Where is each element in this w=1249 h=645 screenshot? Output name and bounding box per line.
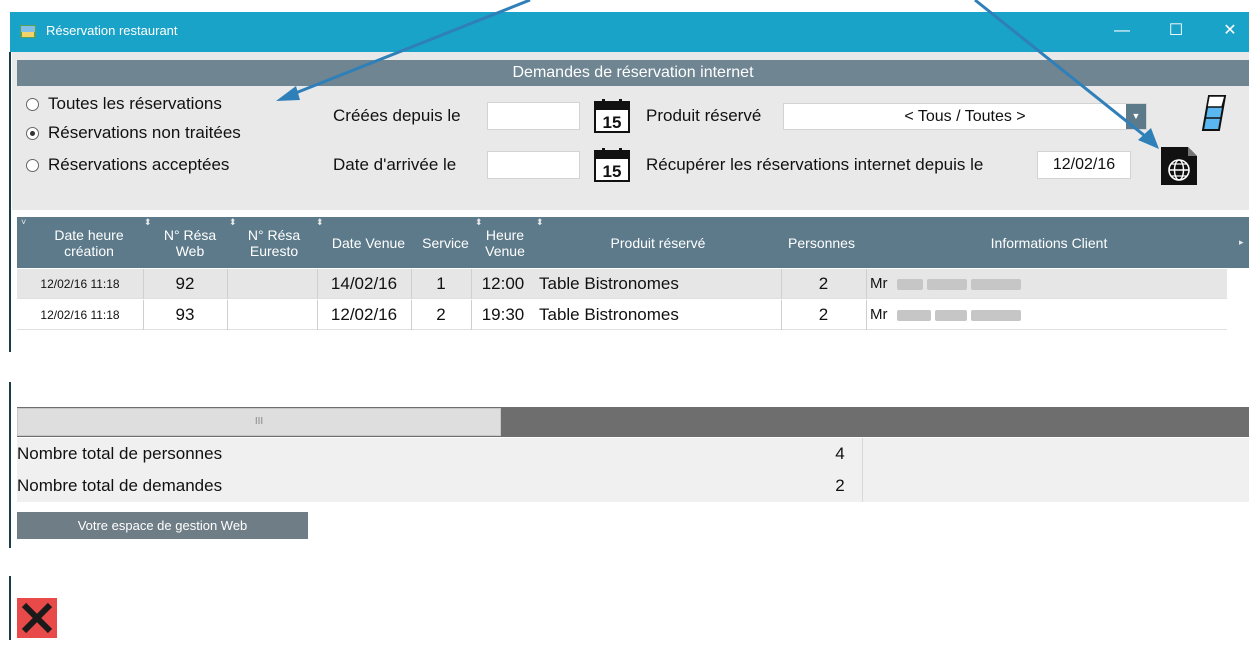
scrollbar-thumb[interactable]: III	[17, 408, 501, 436]
grid-header: ˅ Date heure création ⬍ N° Résa Web ⬍ N°…	[17, 217, 1249, 268]
window-title: Réservation restaurant	[46, 23, 178, 38]
cell-created: 12/02/16 11:18	[40, 308, 120, 322]
column-header-persons[interactable]: Personnes	[779, 217, 864, 268]
cell-date: 12/02/16	[330, 305, 398, 324]
arrival-date-label: Date d'arrivée le	[333, 155, 457, 174]
column-header-date[interactable]: Date Venue	[321, 217, 416, 268]
scroll-right-icon[interactable]: ▸	[1239, 237, 1244, 248]
cell-web-no: 92	[175, 274, 195, 293]
cell-created: 12/02/16 11:18	[40, 277, 120, 291]
section-title: Demandes de réservation internet	[17, 60, 1249, 86]
arrival-date-input[interactable]	[487, 151, 580, 179]
column-header-product[interactable]: Produit réservé	[537, 217, 779, 268]
cell-persons: 2	[818, 305, 829, 324]
cell-client-name-redacted	[897, 300, 1057, 330]
maximize-button[interactable]: ☐	[1153, 12, 1199, 52]
radio-label: Réservations non traitées	[48, 123, 241, 142]
window-left-border	[9, 52, 11, 352]
window-left-border	[9, 576, 11, 640]
title-bar	[10, 12, 1249, 52]
eraser-icon[interactable]	[1199, 93, 1229, 133]
column-header-service[interactable]: Service	[416, 217, 475, 268]
radio-accepted-reservations[interactable]: Réservations acceptées	[26, 155, 229, 175]
cell-client-title: Mr	[870, 306, 888, 323]
table-row[interactable]: 12/02/16 11:18 93 12/02/16 2 19:30 Table…	[17, 300, 1227, 330]
radio-button[interactable]	[26, 158, 39, 172]
cell-product: Table Bistronomes	[539, 305, 679, 324]
calendar-icon[interactable]: 15	[594, 148, 630, 182]
minimize-button[interactable]: —	[1099, 12, 1145, 52]
red-close-icon[interactable]	[17, 598, 57, 638]
fetch-since-date-input[interactable]: 12/02/16	[1037, 151, 1131, 179]
radio-button[interactable]	[26, 126, 39, 140]
cell-persons: 2	[818, 274, 829, 293]
collapse-icon[interactable]: ˅	[21, 217, 26, 227]
cell-web-no: 93	[175, 305, 195, 324]
total-persons-value: 4	[835, 444, 845, 463]
cell-product: Table Bistronomes	[539, 274, 679, 293]
fetch-since-label: Récupérer les réservations internet depu…	[646, 155, 984, 174]
cell-euresto-no	[227, 269, 317, 299]
radio-button[interactable]	[26, 97, 39, 111]
cell-client-name-redacted	[897, 269, 1057, 299]
total-requests-label: Nombre total de demandes	[17, 476, 223, 495]
total-requests-row: Nombre total de demandes 2	[17, 470, 1249, 502]
created-since-label: Créées depuis le	[333, 106, 461, 125]
chevron-down-icon[interactable]: ▼	[1126, 104, 1146, 129]
cell-client-title: Mr	[870, 275, 888, 292]
column-header-client-info[interactable]: Informations Client	[864, 217, 1234, 268]
cell-euresto-no	[227, 300, 317, 330]
cell-service: 2	[436, 305, 446, 324]
globe-icon[interactable]	[1158, 144, 1200, 188]
total-persons-row: Nombre total de personnes 4	[17, 438, 1249, 470]
close-window-button[interactable]: ✕	[1207, 12, 1249, 52]
created-since-input[interactable]	[487, 102, 580, 130]
product-label: Produit réservé	[646, 106, 762, 125]
total-persons-label: Nombre total de personnes	[17, 444, 223, 463]
cell-time: 19:30	[481, 305, 525, 324]
restaurant-app-icon	[20, 25, 36, 38]
cell-service: 1	[436, 274, 446, 293]
column-header-created[interactable]: Date heure création	[35, 217, 143, 268]
totals-panel: Nombre total de personnes 4 Nombre total…	[17, 438, 1249, 502]
radio-untreated-reservations[interactable]: Réservations non traitées	[26, 123, 241, 143]
divider	[862, 438, 863, 502]
cell-time: 12:00	[481, 274, 525, 293]
calendar-icon[interactable]: 15	[594, 99, 630, 133]
svg-text:15: 15	[603, 162, 622, 181]
column-header-time[interactable]: Heure Venue	[479, 217, 531, 268]
radio-label: Réservations acceptées	[48, 155, 230, 174]
table-row[interactable]: 12/02/16 11:18 92 14/02/16 1 12:00 Table…	[17, 269, 1227, 299]
radio-label: Toutes les réservations	[48, 94, 222, 113]
window-left-border	[9, 382, 11, 548]
radio-all-reservations[interactable]: Toutes les réservations	[26, 94, 222, 114]
svg-text:15: 15	[603, 113, 622, 132]
product-select-value: < Tous / Toutes >	[904, 108, 1026, 125]
web-management-button[interactable]: Votre espace de gestion Web	[17, 512, 308, 539]
total-requests-value: 2	[835, 476, 845, 495]
product-select[interactable]: < Tous / Toutes > ▼	[783, 103, 1147, 130]
cell-date: 14/02/16	[330, 274, 398, 293]
column-header-euresto-no[interactable]: N° Résa Euresto	[233, 217, 315, 268]
column-header-web-no[interactable]: N° Résa Web	[149, 217, 231, 268]
